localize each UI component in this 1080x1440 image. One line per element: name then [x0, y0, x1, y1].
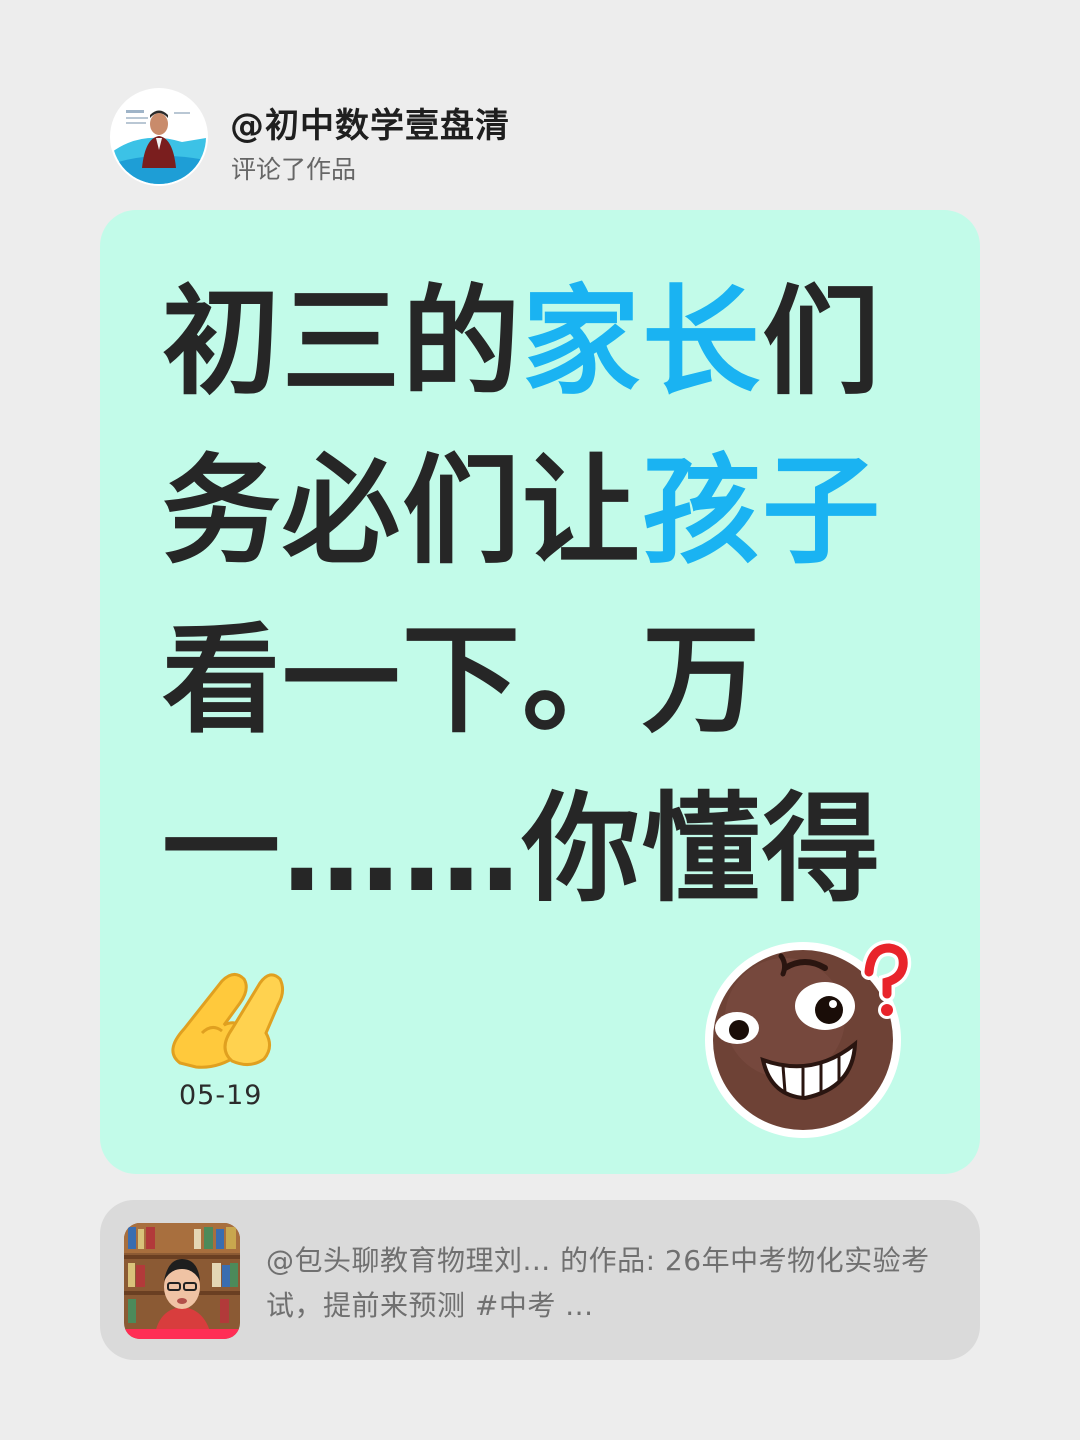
comment-date: 05-19: [179, 1080, 263, 1111]
comment-segment: 初三的: [162, 273, 523, 411]
referenced-work-card[interactable]: @包头聊教育物理刘... 的作品: 26年中考物化实验考试，提前来预测 #中考 …: [100, 1200, 980, 1360]
work-description[interactable]: @包头聊教育物理刘... 的作品: 26年中考物化实验考试，提前来预测 #中考 …: [266, 1238, 946, 1328]
comment-screen: @初中数学壹盘清 评论了作品 初三的家长们务必们让孩子看一下。万一……你懂得 0…: [0, 0, 1080, 1440]
comment-highlight: 家长: [522, 273, 763, 411]
comment-segment: 看一下。万一……你懂得: [162, 611, 883, 918]
comment-card: 初三的家长们务必们让孩子看一下。万一……你懂得 05-19: [100, 210, 980, 1174]
comment-highlight: 孩子: [642, 442, 883, 580]
confused-face-sticker-icon: [693, 928, 917, 1142]
username[interactable]: @初中数学壹盘清: [230, 98, 510, 147]
video-thumbnail[interactable]: [124, 1223, 240, 1339]
action-label: 评论了作品: [231, 155, 357, 184]
user-avatar[interactable]: [112, 90, 206, 184]
folded-hands-icon: [162, 946, 286, 1069]
